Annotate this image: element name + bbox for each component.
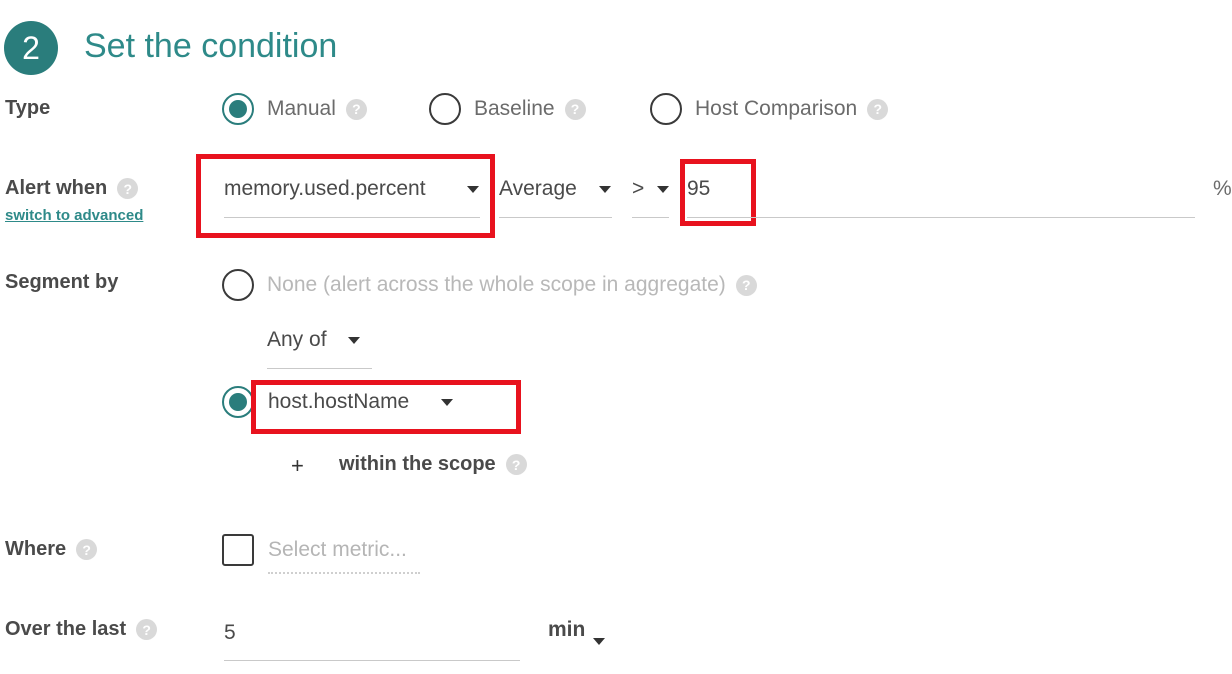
where-help-icon[interactable]: ? xyxy=(76,539,98,560)
segment-none-option[interactable]: None (alert across the whole scope in ag… xyxy=(267,273,757,297)
host-comparison-help-icon[interactable]: ? xyxy=(867,98,889,120)
within-scope-label[interactable]: within the scope ? xyxy=(339,453,527,476)
alert-when-help-icon[interactable]: ? xyxy=(117,178,139,199)
segment-by-label: Segment by xyxy=(5,271,119,293)
threshold-input[interactable]: 95 xyxy=(687,177,710,201)
metric-select[interactable]: memory.used.percent xyxy=(224,177,426,201)
alert-when-label: Alert when ? xyxy=(5,177,139,200)
any-of-select[interactable]: Any of xyxy=(267,328,327,352)
over-the-last-label: Over the last ? xyxy=(5,618,158,641)
section-title: Set the condition xyxy=(84,27,338,65)
switch-to-advanced-link[interactable]: switch to advanced xyxy=(5,207,143,224)
type-baseline-option[interactable]: Baseline ? xyxy=(474,97,586,121)
within-scope-help-icon[interactable]: ? xyxy=(505,454,527,475)
operator-select[interactable]: > xyxy=(632,177,644,201)
manual-help-icon[interactable]: ? xyxy=(345,98,367,120)
segment-value-select[interactable]: host.hostName xyxy=(268,390,409,414)
segment-value-chevron-down-icon[interactable] xyxy=(441,399,453,406)
type-label: Type xyxy=(5,97,51,119)
where-metric-select[interactable]: Select metric... xyxy=(268,538,420,574)
type-manual-option[interactable]: Manual ? xyxy=(267,97,367,121)
where-label: Where ? xyxy=(5,538,98,561)
type-manual-radio[interactable] xyxy=(222,93,254,125)
aggregation-select[interactable]: Average xyxy=(499,177,577,201)
where-checkbox[interactable] xyxy=(222,534,254,566)
type-host-comparison-option[interactable]: Host Comparison ? xyxy=(695,97,889,121)
step-number: 2 xyxy=(22,29,40,66)
duration-unit-select[interactable]: min xyxy=(548,618,585,642)
duration-unit-chevron-down-icon[interactable] xyxy=(593,638,605,645)
segment-none-help-icon[interactable]: ? xyxy=(735,274,757,296)
baseline-help-icon[interactable]: ? xyxy=(564,98,586,120)
metric-chevron-down-icon[interactable] xyxy=(467,186,479,193)
segment-custom-radio[interactable] xyxy=(222,386,254,418)
segment-none-radio[interactable] xyxy=(222,269,254,301)
step-number-badge: 2 xyxy=(4,21,58,75)
type-host-comparison-radio[interactable] xyxy=(650,93,682,125)
type-baseline-radio[interactable] xyxy=(429,93,461,125)
any-of-chevron-down-icon[interactable] xyxy=(348,337,360,344)
over-the-last-help-icon[interactable]: ? xyxy=(136,619,158,640)
duration-input[interactable]: 5 xyxy=(224,621,236,645)
aggregation-chevron-down-icon[interactable] xyxy=(599,186,611,193)
threshold-unit: % xyxy=(1213,177,1232,200)
add-scope-icon[interactable]: + xyxy=(291,453,304,479)
operator-chevron-down-icon[interactable] xyxy=(657,186,669,193)
